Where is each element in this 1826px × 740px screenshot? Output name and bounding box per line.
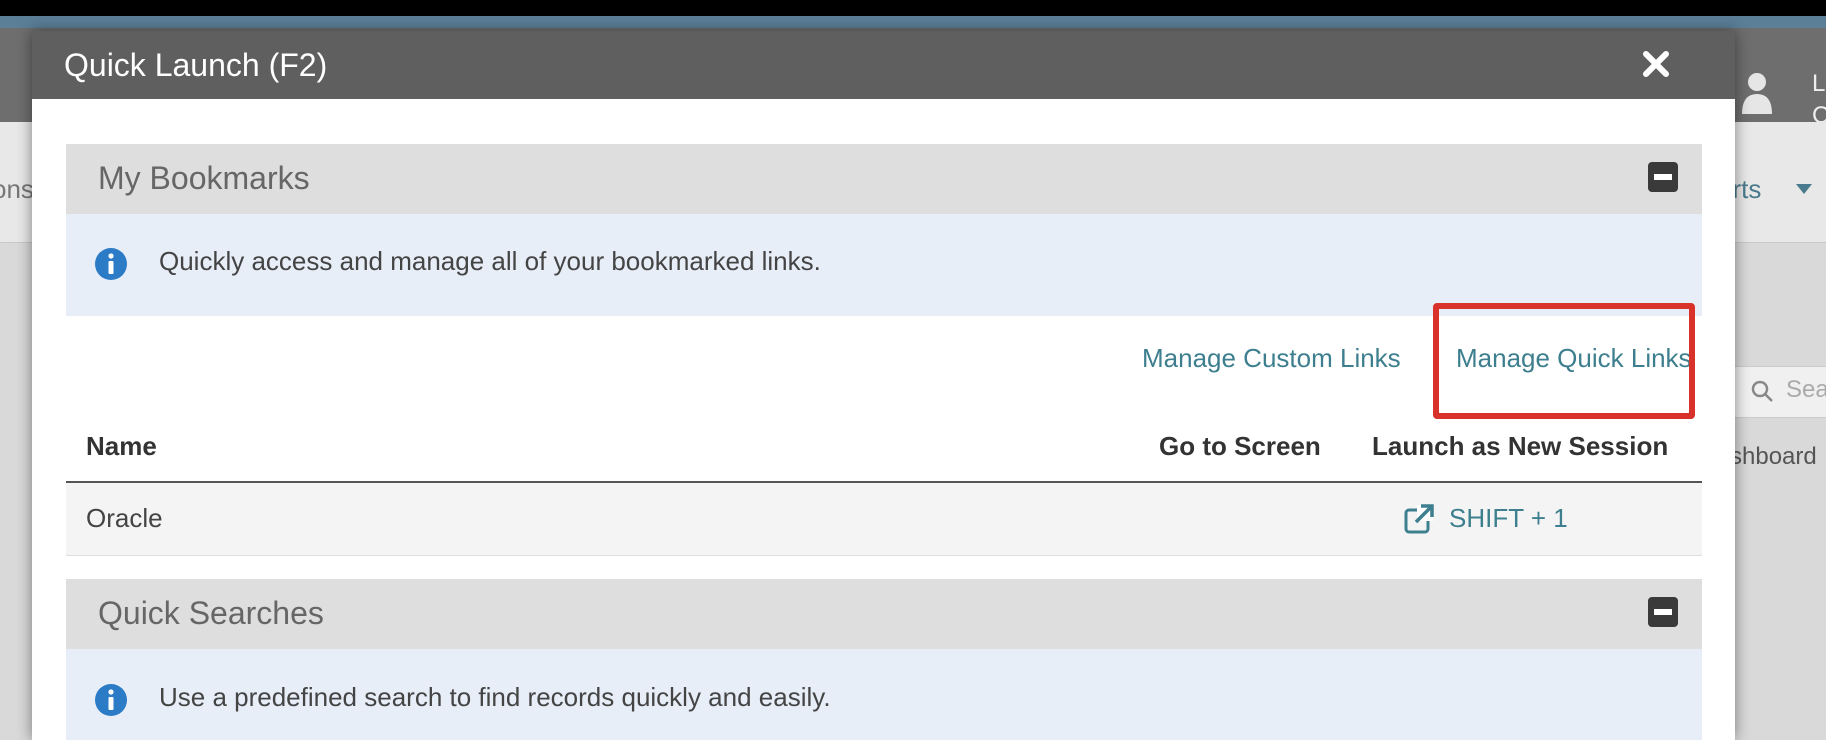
column-header-name: Name — [86, 431, 157, 461]
quick-launch-dialog: Quick Launch (F2) My Bookmarks Quickly a… — [32, 31, 1735, 740]
manage-custom-links-link[interactable]: Manage Custom Links — [1142, 343, 1401, 374]
bookmarks-section-header: My Bookmarks — [66, 144, 1702, 214]
column-header-go-to-screen: Go to Screen — [1159, 431, 1321, 461]
chevron-down-icon[interactable] — [1796, 184, 1812, 194]
search-icon — [1751, 380, 1773, 402]
quick-searches-info-box: Use a predefined search to find records … — [66, 649, 1702, 740]
nav-item-partial[interactable]: ons — [0, 174, 34, 205]
quick-searches-section-title: Quick Searches — [98, 595, 324, 631]
app-top-stripe — [0, 16, 1826, 28]
close-icon[interactable] — [1636, 44, 1676, 84]
collapse-bookmarks-button[interactable] — [1648, 162, 1678, 192]
minus-icon — [1654, 174, 1672, 180]
collapse-quick-searches-button[interactable] — [1648, 597, 1678, 627]
bookmarks-info-text: Quickly access and manage all of your bo… — [159, 246, 821, 276]
user-name-partial: L — [1812, 70, 1826, 97]
quick-searches-info-text: Use a predefined search to find records … — [159, 682, 831, 712]
info-icon — [95, 248, 127, 280]
bookmarks-info-box: Quickly access and manage all of your bo… — [66, 214, 1702, 316]
user-avatar-icon[interactable] — [1740, 68, 1774, 118]
highlight-annotation — [1433, 303, 1695, 419]
dashboard-link-partial[interactable]: shboard — [1730, 443, 1817, 471]
dialog-title: Quick Launch (F2) — [64, 47, 328, 83]
quick-searches-section-header: Quick Searches — [66, 579, 1702, 649]
dialog-header: Quick Launch (F2) — [32, 31, 1735, 99]
minus-icon — [1654, 609, 1672, 615]
launch-shortcut-label: SHIFT + 1 — [1449, 503, 1568, 533]
external-link-icon — [1404, 504, 1434, 534]
bookmark-name[interactable]: Oracle — [86, 503, 163, 534]
info-icon — [95, 684, 127, 716]
column-header-launch-new-session: Launch as New Session — [1372, 431, 1669, 461]
search-placeholder: Sea — [1786, 376, 1826, 403]
bookmarks-section-title: My Bookmarks — [98, 160, 310, 196]
table-row[interactable]: Oracle SHIFT + 1 — [66, 483, 1702, 556]
